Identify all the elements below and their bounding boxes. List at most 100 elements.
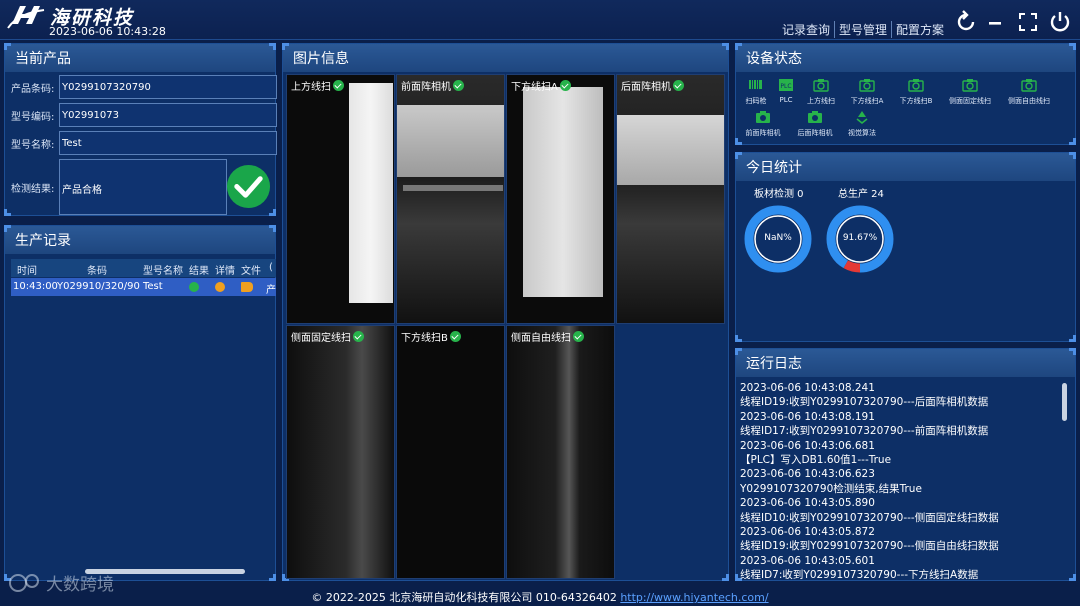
- camera-icon: [962, 79, 978, 92]
- device-label: 视觉算法: [848, 129, 876, 137]
- device-bottom-line-scan-a[interactable]: 下方线扫A: [842, 78, 892, 106]
- copyright-text: © 2022-2025 北京海研自动化科技有限公司 010-64326402: [311, 591, 617, 604]
- log-line: 2023-06-06 10:43:05.872: [740, 526, 875, 539]
- camera-icon: [859, 79, 875, 92]
- barcode-row: 产品条码:: [11, 75, 277, 99]
- col-time: 时间: [17, 266, 37, 277]
- ok-check-icon: [573, 331, 584, 342]
- pass-check-icon: [226, 164, 271, 209]
- watermark-text: 大数跨境: [46, 575, 114, 595]
- total-production-percent: 91.67%: [842, 233, 878, 243]
- ok-check-icon: [449, 331, 461, 342]
- today-stats-panel: 今日统计 板材检测 0 总生产 24 NaN% 91.67%: [735, 152, 1076, 342]
- image-label: 侧面固定线扫: [291, 333, 351, 344]
- image-side-fixed-line-scan[interactable]: 侧面固定线扫: [286, 325, 395, 579]
- device-status-title: 设备状态: [736, 44, 1075, 72]
- model-code-field[interactable]: [59, 103, 277, 127]
- log-line: 线程ID17:收到Y0299107320790---前面阵相机数据: [740, 425, 989, 438]
- nav-model-management[interactable]: 型号管理: [835, 21, 892, 38]
- file-tag-icon[interactable]: [241, 282, 253, 292]
- result-label: 检测结果:: [11, 183, 55, 195]
- row-barcode: Y029910/320/90: [57, 281, 140, 292]
- company-website-link[interactable]: http://www.hiyantech.com/: [620, 591, 768, 604]
- board-image: [403, 185, 503, 191]
- log-line: Y0299107320790检测结束,结果True: [740, 482, 922, 495]
- top-nav: 记录查询 型号管理 配置方案: [778, 21, 948, 38]
- col-more: (: [269, 262, 273, 273]
- log-line: 线程ID10:收到Y0299107320790---侧面固定线扫数据: [740, 511, 999, 524]
- device-label: 上方线扫: [807, 97, 835, 105]
- image-bottom-line-scan-b[interactable]: 下方线扫B: [396, 325, 505, 579]
- device-bottom-line-scan-b[interactable]: 下方线扫B: [891, 78, 941, 106]
- device-side-free-line-scan[interactable]: 侧面自由线扫: [1000, 78, 1058, 106]
- image-label: 后面阵相机: [621, 82, 671, 93]
- current-product-panel: 当前产品 产品条码: 型号编码: 型号名称: 检测结果: 产品合格: [4, 43, 277, 216]
- power-icon[interactable]: [1048, 10, 1072, 34]
- ok-check-icon: [353, 331, 364, 342]
- model-code-row: 型号编码:: [11, 103, 277, 127]
- image-info-panel: 图片信息 上方线扫 前面阵相机 下方线扫A 后面阵相机 侧面固定线扫 下方线扫B…: [282, 43, 729, 581]
- log-line: 线程ID7:收到Y0299107320790---下方线扫A数据: [740, 569, 979, 579]
- log-list: 2023-06-06 10:43:08.241 线程ID19:收到Y0299107…: [740, 381, 1060, 579]
- log-scrollbar[interactable]: [1062, 383, 1067, 421]
- log-line: 2023-06-06 10:43:06.681: [740, 439, 875, 452]
- camera-icon: [908, 79, 924, 92]
- device-rear-area-camera[interactable]: 后面阵相机: [790, 110, 840, 138]
- image-rear-area-camera[interactable]: 后面阵相机: [616, 74, 725, 324]
- barcode-label: 产品条码:: [11, 83, 55, 95]
- device-label: 侧面固定线扫: [949, 97, 991, 105]
- board-image-surface: [397, 105, 504, 177]
- log-line: 2023-06-06 10:43:05.890: [740, 497, 875, 510]
- image-side-free-line-scan[interactable]: 侧面自由线扫: [506, 325, 615, 579]
- device-front-area-camera[interactable]: 前面阵相机: [738, 110, 788, 138]
- camera-icon: [1021, 79, 1037, 92]
- barcode-field[interactable]: [59, 75, 277, 99]
- image-front-area-camera[interactable]: 前面阵相机: [396, 74, 505, 324]
- device-label: 下方线扫A: [850, 97, 884, 105]
- board-image: [349, 83, 393, 303]
- table-row[interactable]: 10:43:00 Y029910/320/90 Test 产: [11, 278, 276, 296]
- log-line: 2023-06-06 10:43:05.601: [740, 554, 875, 567]
- refresh-icon[interactable]: [954, 10, 978, 34]
- device-top-line-scan[interactable]: 上方线扫: [796, 78, 846, 106]
- current-datetime: 2023-06-06 10:43:28: [49, 25, 166, 38]
- run-log-panel: 运行日志 2023-06-06 10:43:08.241 线程ID19:收到Y02…: [735, 348, 1076, 581]
- fullscreen-icon[interactable]: [1016, 10, 1040, 34]
- camera-icon: [813, 79, 829, 92]
- col-barcode: 条码: [87, 266, 107, 277]
- detail-info-icon[interactable]: [215, 282, 225, 292]
- log-line: 2023-06-06 10:43:08.241: [740, 382, 875, 394]
- device-label: 后面阵相机: [797, 129, 833, 137]
- watermark: 大数跨境: [8, 570, 114, 595]
- row-extra: 产: [266, 285, 276, 296]
- log-line: 【PLC】写入DB1.60值1---True: [740, 454, 892, 467]
- board-image-surface: [617, 115, 724, 185]
- model-name-field[interactable]: [59, 131, 277, 155]
- device-vision-algorithm[interactable]: 视觉算法: [837, 110, 887, 138]
- image-label: 前面阵相机: [401, 82, 451, 93]
- company-logo-icon: [7, 6, 45, 29]
- camera-icon: [808, 111, 822, 123]
- image-label: 下方线扫A: [511, 82, 558, 93]
- model-code-label: 型号编码:: [11, 111, 55, 123]
- log-line: 线程ID19:收到Y0299107320790---侧面自由线扫数据: [740, 540, 999, 553]
- image-label: 下方线扫B: [401, 333, 448, 344]
- col-file: 文件: [241, 266, 261, 277]
- device-side-fixed-line-scan[interactable]: 侧面固定线扫: [941, 78, 999, 106]
- ok-check-icon: [559, 80, 571, 91]
- result-row: 检测结果: 产品合格: [11, 159, 227, 215]
- top-bar: 海研科技 2023-06-06 10:43:28 记录查询 型号管理 配置方案: [0, 0, 1080, 40]
- log-line: 2023-06-06 10:43:08.191: [740, 410, 875, 423]
- image-bottom-line-scan-a[interactable]: 下方线扫A: [506, 74, 615, 324]
- minimize-icon[interactable]: [984, 10, 1008, 34]
- svg-text:PLC: PLC: [780, 83, 791, 90]
- row-time: 10:43:00: [13, 281, 58, 292]
- run-log-title: 运行日志: [736, 349, 1075, 377]
- image-top-line-scan[interactable]: 上方线扫: [286, 74, 395, 324]
- recycle-icon: [856, 111, 868, 125]
- nav-record-query[interactable]: 记录查询: [778, 21, 835, 38]
- records-table-header: 时间 条码 型号名称 结果 详情 文件 (: [11, 259, 276, 277]
- footer: © 2022-2025 北京海研自动化科技有限公司 010-64326402 h…: [0, 586, 1080, 606]
- camera-icon: [756, 111, 770, 123]
- nav-config-scheme[interactable]: 配置方案: [892, 21, 948, 38]
